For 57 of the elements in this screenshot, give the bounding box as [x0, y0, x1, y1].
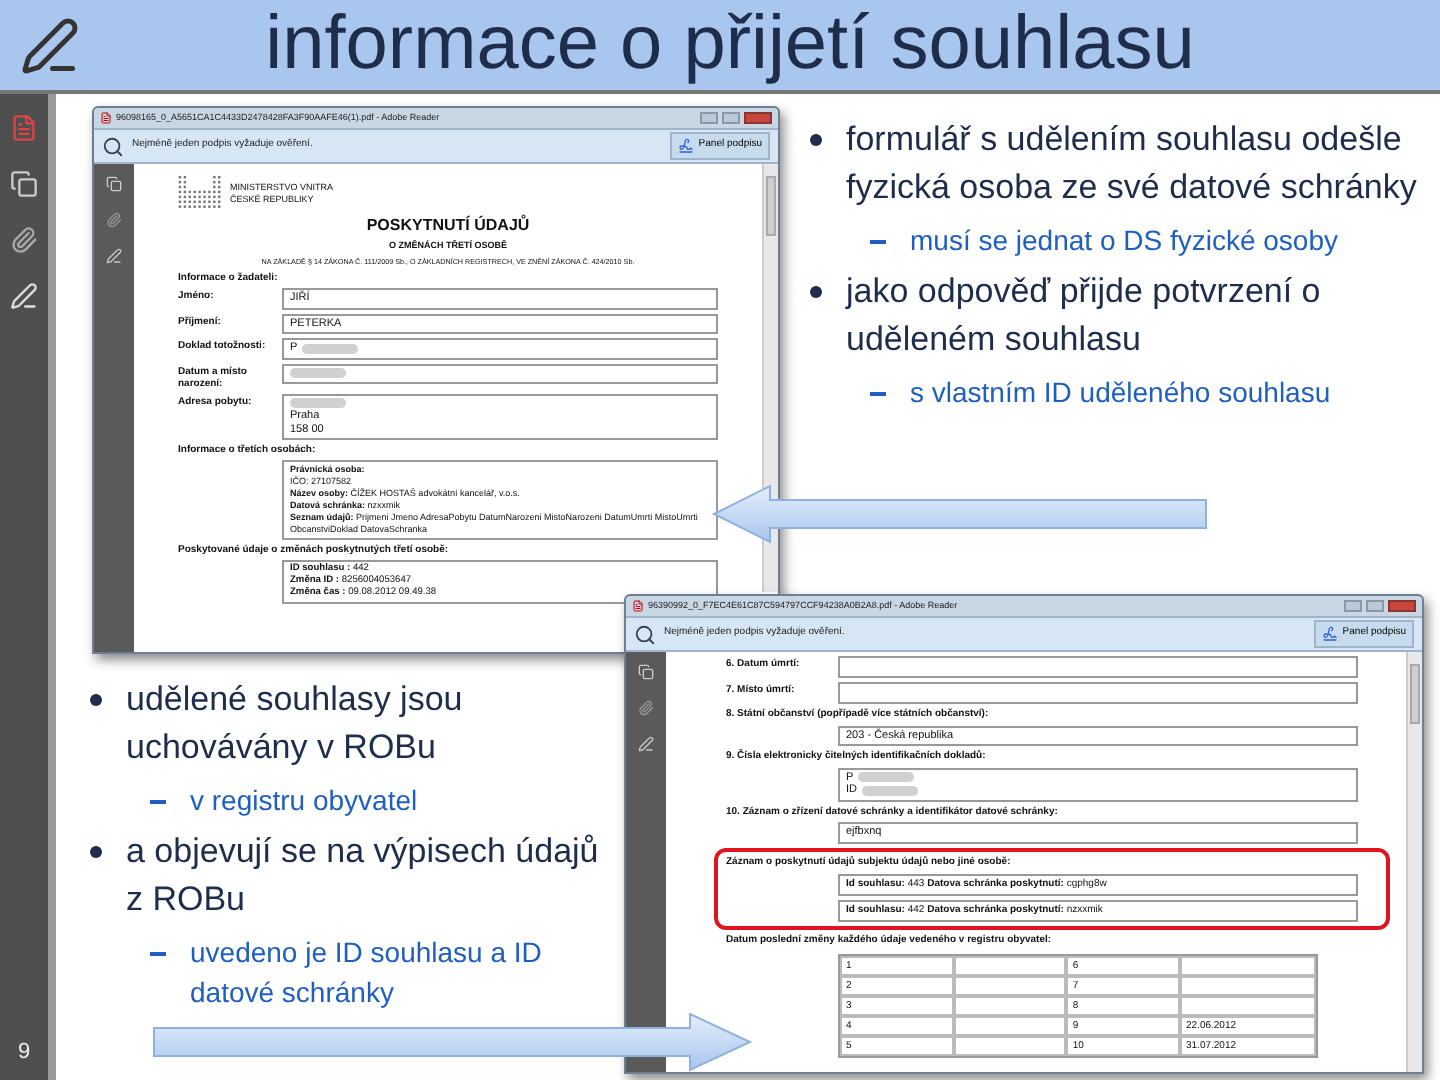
- bullet-text: a objevují se na výpisech údajů z ROBu: [126, 830, 601, 922]
- sub-bullet-text: uvedeno je ID souhlasu a ID datové schránky: [190, 934, 544, 1012]
- pdf-file-icon: [632, 600, 644, 612]
- dash-icon: [870, 240, 886, 244]
- ministry-logo-icon: [178, 176, 222, 212]
- bullet-icon: [90, 694, 102, 706]
- maximize-button[interactable]: [722, 112, 740, 124]
- pen-icon: [20, 15, 80, 75]
- redaction-blur: [290, 368, 346, 379]
- table-cell: [953, 995, 1067, 1015]
- search-icon: [102, 135, 124, 157]
- slide-title: informace o přijetí souhlasu: [263, 0, 1197, 90]
- scrollbar-thumb[interactable]: [766, 176, 776, 236]
- bullet-icon: [810, 134, 822, 146]
- document-heading: POSKYTNUTÍ ÚDAJŮ: [364, 216, 532, 236]
- pdf-file-icon: [100, 112, 112, 124]
- pages-icon[interactable]: [10, 170, 38, 198]
- paperclip-icon[interactable]: [638, 700, 654, 716]
- dash-icon: [870, 392, 886, 396]
- signature-icon: [678, 138, 695, 154]
- minimize-button[interactable]: [1344, 600, 1362, 612]
- scrollbar[interactable]: [1406, 652, 1422, 1072]
- dash-icon: [150, 952, 166, 956]
- table-cell: [953, 1035, 1067, 1055]
- table-cell: [953, 955, 1067, 975]
- bullet-icon: [90, 846, 102, 858]
- redaction-blur: [290, 398, 346, 409]
- sub-bullet-text: v registru obyvatel: [190, 782, 418, 820]
- minimize-button[interactable]: [700, 112, 718, 124]
- pen-icon[interactable]: [638, 736, 654, 752]
- redaction-blur: [301, 343, 358, 354]
- dash-icon: [150, 800, 166, 804]
- scrollbar-thumb[interactable]: [1410, 664, 1420, 724]
- table-cell: [953, 1015, 1067, 1035]
- bullet-icon: [810, 286, 822, 298]
- bullet-text: formulář s udělením souhlasu odešle fyzická osoba ze své datové schránky: [846, 118, 1419, 210]
- pages-icon[interactable]: [638, 664, 654, 680]
- table-cell: [1180, 975, 1316, 995]
- table-cell: [1180, 995, 1316, 1015]
- pages-icon[interactable]: [106, 176, 122, 192]
- search-icon: [634, 623, 656, 645]
- close-button[interactable]: [1388, 600, 1416, 612]
- close-button[interactable]: [744, 112, 772, 124]
- paperclip-icon[interactable]: [10, 226, 38, 254]
- bullet-text: udělené souhlasy jsou uchovávány v ROBu: [126, 678, 465, 770]
- signature-icon: [1322, 626, 1339, 642]
- maximize-button[interactable]: [1366, 600, 1384, 612]
- sub-bullet-text: s vlastním ID uděleného souhlasu: [910, 374, 1331, 412]
- slide-number: 9: [17, 1037, 31, 1067]
- document-icon[interactable]: [10, 114, 38, 142]
- sub-bullet-text: musí se jednat o DS fyzické osoby: [910, 222, 1338, 260]
- pen-icon[interactable]: [10, 282, 38, 310]
- table-cell: [953, 975, 1067, 995]
- table-cell: [1180, 955, 1316, 975]
- paperclip-icon[interactable]: [106, 212, 122, 228]
- bullet-text: jako odpověď přijde potvrzení o uděleném souhlasu: [846, 270, 1323, 362]
- pen-icon[interactable]: [106, 248, 122, 264]
